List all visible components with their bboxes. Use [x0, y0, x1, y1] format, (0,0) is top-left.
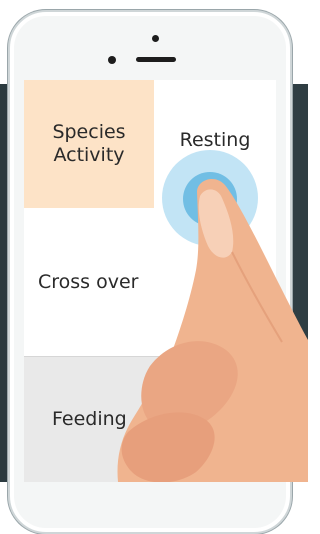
- option-species-activity-label: Species Activity: [52, 121, 126, 166]
- option-resting-label: Resting: [179, 128, 251, 151]
- option-feeding-label: Feeding: [52, 408, 127, 430]
- speaker-grille: [136, 57, 176, 62]
- option-cross-over-label: Cross over: [38, 270, 139, 293]
- option-feeding[interactable]: Feeding: [24, 356, 276, 482]
- tap-indicator-inner-icon: [183, 172, 237, 226]
- camera-dot: [152, 35, 159, 42]
- front-camera: [108, 56, 116, 64]
- app-screen: Species Activity Resting Cross over Feed…: [24, 80, 276, 482]
- option-species-activity[interactable]: Species Activity: [24, 80, 154, 208]
